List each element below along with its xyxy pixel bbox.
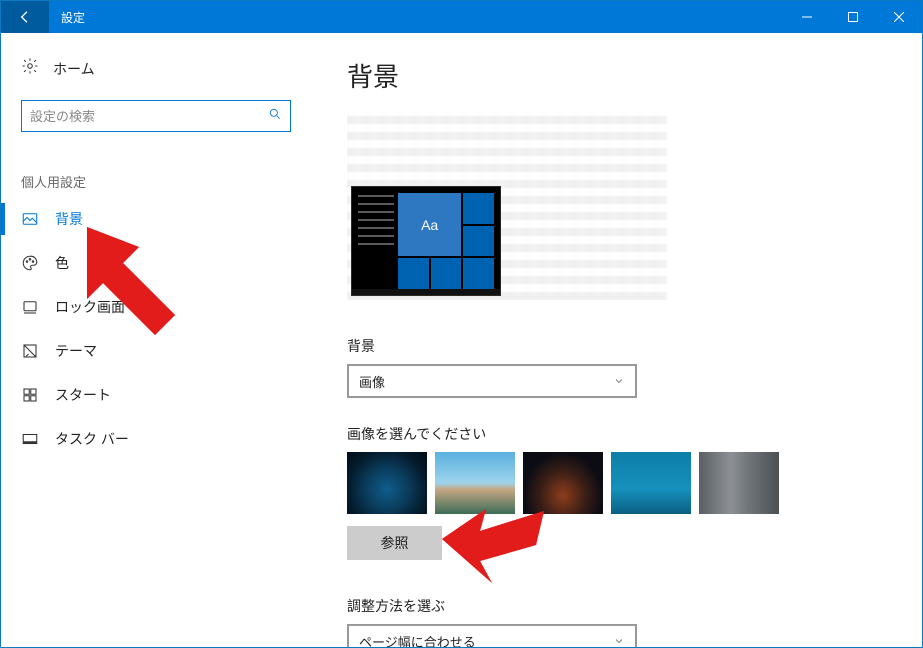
background-select[interactable]: 画像 <box>347 364 637 398</box>
page-title: 背景 <box>347 57 922 94</box>
nav-label: 色 <box>55 253 69 273</box>
nav-label: スタート <box>55 385 111 405</box>
browse-button[interactable]: 参照 <box>347 526 442 560</box>
nav-label: タスク バー <box>55 429 129 449</box>
search-input[interactable] <box>21 100 291 132</box>
theme-icon <box>21 342 39 360</box>
thumbnail-1[interactable] <box>347 452 427 514</box>
window-title: 設定 <box>61 9 85 26</box>
thumbnail-5[interactable] <box>699 452 779 514</box>
home-button[interactable]: ホーム <box>1 51 311 94</box>
main-panel: 背景 Aa 背景 画像 画像を選んでください <box>311 33 922 647</box>
choose-image-label: 画像を選んでください <box>347 424 922 444</box>
chevron-down-icon <box>613 375 625 387</box>
group-header: 個人用設定 <box>21 172 311 191</box>
maximize-button[interactable] <box>830 1 876 33</box>
titlebar: 設定 <box>1 1 922 33</box>
thumbnail-4[interactable] <box>611 452 691 514</box>
picture-icon <box>21 210 39 228</box>
search-icon <box>268 107 282 126</box>
start-icon <box>21 386 39 404</box>
window-controls <box>784 1 922 33</box>
fit-label: 調整方法を選ぶ <box>347 596 922 616</box>
close-button[interactable] <box>876 1 922 33</box>
minimize-button[interactable] <box>784 1 830 33</box>
home-label: ホーム <box>53 59 95 79</box>
background-label: 背景 <box>347 336 922 356</box>
back-button[interactable] <box>1 1 49 33</box>
annotation-arrow-2 <box>436 491 546 606</box>
background-select-value: 画像 <box>359 372 385 391</box>
gear-icon <box>21 57 39 80</box>
lockscreen-icon <box>21 298 39 316</box>
annotation-arrow-1 <box>79 219 199 354</box>
sidebar-item-start[interactable]: スタート <box>1 373 311 417</box>
palette-icon <box>21 254 39 272</box>
search-field[interactable] <box>30 109 268 124</box>
fit-select-value: ページ幅に合わせる <box>359 632 476 648</box>
sidebar-item-taskbar[interactable]: タスク バー <box>1 417 311 461</box>
preview-tile-text: Aa <box>398 193 461 256</box>
chevron-down-icon <box>613 635 625 647</box>
arrow-left-icon <box>17 9 33 25</box>
fit-select[interactable]: ページ幅に合わせる <box>347 624 637 647</box>
image-thumbnails <box>347 452 922 514</box>
desktop-preview: Aa <box>347 110 667 300</box>
taskbar-icon <box>21 430 39 448</box>
